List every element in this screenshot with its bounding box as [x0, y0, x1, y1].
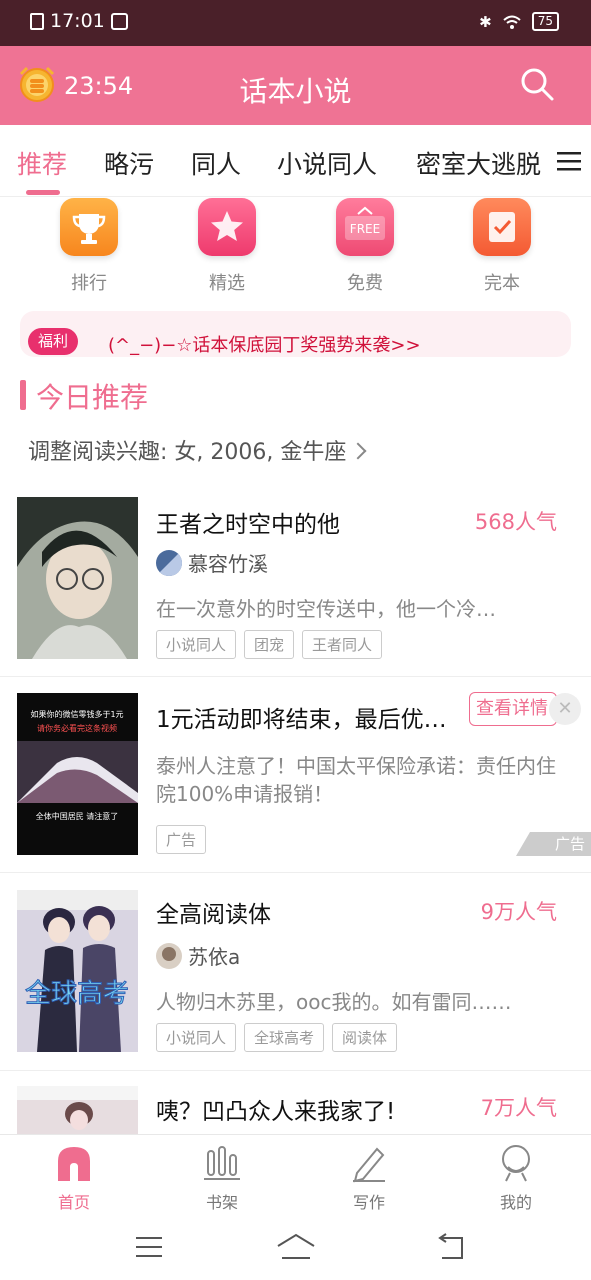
- ad-image: 如果你的微信零钱多于1元 请你务必看完这条视频 全体中国居民 请注意了: [17, 693, 138, 855]
- book-cover: [17, 497, 138, 659]
- nav-label: 书架: [205, 1193, 238, 1212]
- tab-novel-fanfic[interactable]: 小说同人: [277, 145, 377, 181]
- author-avatar: [156, 549, 182, 576]
- bottom-navigation: 首页 书架 写作 我的: [0, 1134, 591, 1218]
- popularity-count: 7万人气: [480, 1096, 557, 1120]
- author[interactable]: 慕容竹溪: [156, 548, 268, 577]
- tag-chip[interactable]: 团宠: [244, 630, 295, 659]
- banner-tag: 福利: [28, 328, 79, 355]
- ad-tags: 广告: [156, 825, 207, 854]
- tab-luewu[interactable]: 略污: [104, 145, 154, 181]
- nav-label: 写作: [352, 1193, 385, 1212]
- ad-badge: 广告: [516, 832, 591, 856]
- divider: [0, 1070, 591, 1071]
- quick-link-label: 免费: [347, 273, 383, 294]
- nav-home[interactable]: 首页: [34, 1143, 114, 1213]
- book-title: 全高阅读体: [156, 902, 271, 928]
- app-title: 话本小说: [239, 75, 352, 108]
- view-details-button[interactable]: 查看详情: [469, 692, 557, 726]
- quick-link-ranking[interactable]: 排行: [49, 198, 129, 295]
- popularity-count: 9万人气: [480, 900, 557, 924]
- nav-label: 我的: [499, 1193, 532, 1212]
- section-accent-bar: [20, 380, 26, 410]
- status-bar: 17:01 ✱ 75: [0, 0, 591, 46]
- quick-link-label: 完本: [484, 273, 520, 294]
- ad-description: 泰州人注意了！中国太平保险承诺：责任内住院100%申请报销！: [156, 754, 556, 806]
- tab-escape-room[interactable]: 密室大逃脱: [416, 145, 541, 181]
- quick-link-free[interactable]: FREE 免费: [325, 198, 405, 295]
- checkbook-icon: [473, 198, 531, 256]
- system-navigation-bar: [0, 1218, 591, 1280]
- bookshelf-icon: [202, 1143, 242, 1183]
- popularity-count: 568人气: [474, 510, 557, 534]
- trophy-icon: [60, 198, 118, 256]
- pencil-icon: [349, 1143, 389, 1183]
- banner-text: (^_−)−☆话本保底园丁奖强势来袭>>: [108, 335, 421, 356]
- status-time: 17:01: [50, 10, 105, 32]
- close-icon[interactable]: ✕: [549, 693, 581, 725]
- tag-chip[interactable]: 全球高考: [244, 1023, 325, 1052]
- book-title: 王者之时空中的他: [156, 512, 340, 538]
- book-tags: 小说同人 团宠 王者同人: [156, 630, 383, 659]
- author-name: 慕容竹溪: [188, 552, 268, 576]
- adjust-interest-link[interactable]: 调整阅读兴趣: 女, 2006, 金牛座: [28, 434, 367, 466]
- app-header: 23:54 话本小说: [0, 46, 591, 125]
- quick-link-completed[interactable]: 完本: [462, 198, 542, 295]
- wifi-icon: [503, 15, 521, 29]
- quick-link-label: 排行: [71, 273, 107, 294]
- tag-chip[interactable]: 王者同人: [302, 630, 383, 659]
- quick-link-featured[interactable]: 精选: [187, 198, 267, 295]
- quick-link-label: 精选: [209, 273, 245, 294]
- divider: [0, 676, 591, 677]
- book-description: 人物归木苏里，ooc我的。如有雷同……: [156, 990, 512, 1014]
- ad-image-text: 全体中国居民 请注意了: [36, 811, 119, 821]
- active-tab-indicator: [26, 190, 60, 195]
- recent-apps-icon[interactable]: [134, 1234, 164, 1260]
- free-sign-icon: FREE: [336, 198, 394, 256]
- ad-image-text: 如果你的微信零钱多于1元: [30, 709, 123, 719]
- tag-chip[interactable]: 小说同人: [156, 630, 237, 659]
- book-cover: 全球高考: [17, 890, 138, 1052]
- ad-label: 广告: [156, 825, 207, 854]
- book-title: 咦？凹凸众人来我家了!: [156, 1099, 396, 1125]
- battery-indicator: 75: [531, 12, 559, 31]
- nav-bookshelf[interactable]: 书架: [182, 1143, 262, 1213]
- profile-icon: [496, 1143, 536, 1183]
- divider: [0, 872, 591, 873]
- interest-text: 调整阅读兴趣: 女, 2006, 金牛座: [28, 440, 347, 465]
- home-button-icon[interactable]: [276, 1232, 316, 1262]
- back-icon[interactable]: [434, 1232, 466, 1262]
- category-tabs: 推荐 略污 同人 小说同人 密室大逃脱: [0, 125, 591, 197]
- bluetooth-icon: ✱: [479, 12, 492, 31]
- section-title: 今日推荐: [36, 381, 149, 414]
- home-icon: [54, 1143, 94, 1183]
- book-tags: 小说同人 全球高考 阅读体: [156, 1023, 398, 1052]
- free-sign-text: FREE: [350, 222, 380, 236]
- notification-icon: [30, 12, 44, 30]
- author-avatar: [156, 942, 182, 969]
- author[interactable]: 苏依a: [156, 941, 240, 970]
- menu-icon[interactable]: [555, 149, 583, 173]
- ad-image-text: 请你务必看完这条视频: [37, 723, 117, 733]
- tag-chip[interactable]: 阅读体: [332, 1023, 398, 1052]
- book-description: 在一次意外的时空传送中，他一个冷…: [156, 597, 496, 621]
- nav-write[interactable]: 写作: [329, 1143, 409, 1213]
- tab-fanfic[interactable]: 同人: [191, 145, 241, 181]
- cover-title-text: 全球高考: [25, 979, 129, 1009]
- star-icon: [198, 198, 256, 256]
- tag-chip[interactable]: 小说同人: [156, 1023, 237, 1052]
- nav-profile[interactable]: 我的: [476, 1143, 556, 1213]
- nav-label: 首页: [57, 1193, 90, 1212]
- ad-title: 1元活动即将结束，最后优…: [156, 707, 447, 733]
- author-name: 苏依a: [188, 945, 241, 969]
- search-icon[interactable]: [519, 66, 555, 102]
- book-cover: [17, 1086, 138, 1134]
- music-note-icon: [110, 12, 128, 30]
- tab-recommend[interactable]: 推荐: [17, 145, 67, 181]
- promo-banner[interactable]: 福利 (^_−)−☆话本保底园丁奖强势来袭>>: [20, 311, 571, 357]
- chevron-right-icon: [349, 442, 367, 460]
